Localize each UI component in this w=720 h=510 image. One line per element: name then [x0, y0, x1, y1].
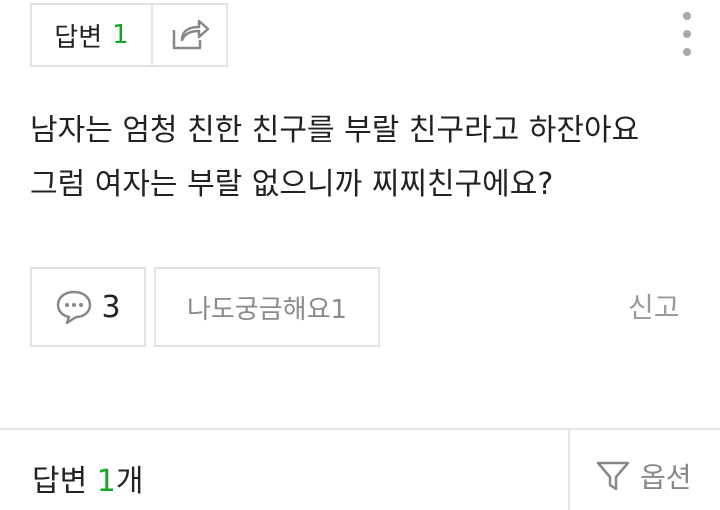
- more-vertical-icon: [683, 12, 691, 20]
- answer-body: 남자는 엄청 친한 친구를 부랄 친구라고 하잔아요 그럼 여자는 부랄 없으니…: [30, 104, 690, 212]
- option-filter-button[interactable]: 옵션: [596, 456, 692, 496]
- answer-count-prefix: 답변: [32, 464, 97, 499]
- report-link[interactable]: 신고: [628, 286, 680, 326]
- more-options-button[interactable]: [676, 12, 698, 56]
- answer-toolbar: 답변 1: [30, 3, 228, 67]
- comment-count: 3: [101, 289, 121, 325]
- me-too-curious-button[interactable]: 나도궁금해요1: [154, 267, 380, 347]
- option-label: 옵션: [640, 461, 692, 494]
- comment-bubble-icon: [57, 290, 92, 325]
- answers-footer-bar: 답변 1개 옵션: [0, 428, 720, 510]
- answer-number-badge: 답변 1: [30, 3, 153, 67]
- answer-line-1: 남자는 엄청 친한 친구를 부랄 친구라고 하잔아요: [30, 113, 640, 148]
- share-button[interactable]: [153, 3, 228, 67]
- answer-count-number: 1: [96, 464, 116, 499]
- comment-button[interactable]: 3: [30, 267, 146, 347]
- footer-divider: [568, 430, 570, 510]
- answer-badge-number: 1: [112, 20, 129, 50]
- share-icon: [172, 19, 209, 50]
- filter-icon: [596, 461, 630, 491]
- answer-count-label: 답변 1개: [32, 456, 143, 500]
- answer-badge-label: 답변: [54, 22, 103, 53]
- answer-line-2: 그럼 여자는 부랄 없으니까 찌찌친구에요?: [30, 167, 554, 202]
- answer-count-suffix: 개: [115, 464, 144, 499]
